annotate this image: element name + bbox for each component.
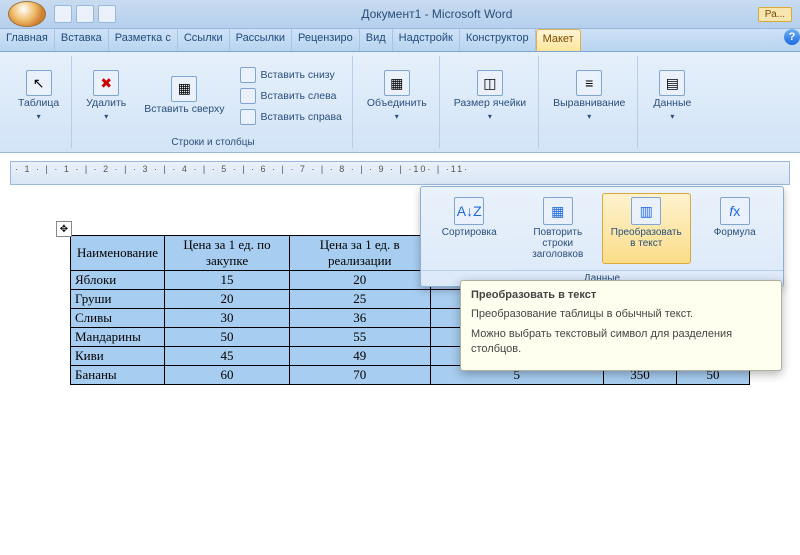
repeat-headers-icon: ▦: [543, 197, 573, 225]
table-cell[interactable]: Бананы: [71, 366, 165, 385]
cursor-icon: ↖: [26, 70, 52, 96]
chevron-down-icon: ▾: [488, 112, 492, 121]
delete-button[interactable]: ✖ Удалить ▾: [80, 66, 132, 125]
table-header-cell[interactable]: Цена за 1 ед. по закупке: [165, 236, 290, 271]
group-alignment: ≡ Выравнивание ▾: [541, 56, 638, 148]
tab-mailings[interactable]: Рассылки: [230, 29, 292, 51]
group-data: ▤ Данные ▾: [640, 56, 704, 148]
table-move-handle-icon[interactable]: ✥: [56, 221, 72, 237]
insert-below-icon: [240, 67, 256, 83]
ribbon-tabs: Главная Вставка Разметка с Ссылки Рассыл…: [0, 29, 800, 52]
data-icon: ▤: [659, 70, 685, 96]
tooltip-line: Преобразование таблицы в обычный текст.: [471, 307, 771, 321]
quick-access-toolbar: [54, 5, 116, 23]
table-cell[interactable]: 15: [165, 271, 290, 290]
table-cell[interactable]: Киви: [71, 347, 165, 366]
table-cell[interactable]: 20: [165, 290, 290, 309]
qat-undo-icon[interactable]: [76, 5, 94, 23]
insert-left-icon: [240, 88, 256, 104]
repeat-header-rows-button[interactable]: ▦ Повторить строки заголовков: [514, 193, 603, 264]
tab-view[interactable]: Вид: [360, 29, 393, 51]
table-cell[interactable]: 50: [165, 328, 290, 347]
tooltip-line: Можно выбрать текстовый символ для разде…: [471, 327, 771, 356]
chevron-down-icon: ▾: [395, 112, 399, 121]
delete-icon: ✖: [93, 70, 119, 96]
convert-text-icon: ▥: [631, 197, 661, 225]
table-cell[interactable]: 60: [165, 366, 290, 385]
merge-button[interactable]: ▦ Объединить ▾: [361, 66, 433, 125]
group-merge: ▦ Объединить ▾: [355, 56, 440, 148]
insert-above-button[interactable]: ▦ Вставить сверху: [138, 72, 230, 120]
table-cell[interactable]: Мандарины: [71, 328, 165, 347]
table-cell[interactable]: Груши: [71, 290, 165, 309]
chevron-down-icon: ▾: [670, 112, 674, 121]
table-cell[interactable]: 25: [289, 290, 430, 309]
tab-addins[interactable]: Надстройк: [393, 29, 460, 51]
table-cell[interactable]: Яблоки: [71, 271, 165, 290]
qat-save-icon[interactable]: [54, 5, 72, 23]
group-cell-size: ◫ Размер ячейки ▾: [442, 56, 539, 148]
chevron-down-icon: ▾: [104, 112, 108, 121]
insert-left-button[interactable]: Вставить слева: [236, 86, 345, 106]
table-cell[interactable]: 36: [289, 309, 430, 328]
table-cell[interactable]: 49: [289, 347, 430, 366]
chevron-down-icon: ▾: [37, 112, 41, 121]
titlebar: Документ1 - Microsoft Word Ра...: [0, 0, 800, 29]
data-dropdown-panel: A↓Z Сортировка ▦ Повторить строки заголо…: [420, 186, 784, 287]
data-button[interactable]: ▤ Данные ▾: [646, 66, 698, 125]
group-table: ↖ Таблица ▾: [6, 56, 72, 148]
tab-review[interactable]: Рецензиро: [292, 29, 360, 51]
sort-icon: A↓Z: [454, 197, 484, 225]
tooltip: Преобразовать в текст Преобразование таб…: [460, 280, 782, 371]
select-table-button[interactable]: ↖ Таблица ▾: [12, 66, 65, 125]
tab-insert[interactable]: Вставка: [55, 29, 109, 51]
merge-icon: ▦: [384, 70, 410, 96]
table-cell[interactable]: 45: [165, 347, 290, 366]
insert-right-button[interactable]: Вставить справа: [236, 107, 345, 127]
group-rows-cols: ✖ Удалить ▾ ▦ Вставить сверху Вставить с…: [74, 56, 353, 148]
chevron-down-icon: ▾: [587, 112, 591, 121]
cell-size-icon: ◫: [477, 70, 503, 96]
table-cell[interactable]: 20: [289, 271, 430, 290]
tab-design[interactable]: Конструктор: [460, 29, 536, 51]
ribbon: ↖ Таблица ▾ ✖ Удалить ▾ ▦ Вставить сверх…: [0, 52, 800, 153]
table-cell[interactable]: 55: [289, 328, 430, 347]
formula-button[interactable]: fx Формула: [691, 193, 780, 264]
cell-size-button[interactable]: ◫ Размер ячейки ▾: [448, 66, 532, 125]
table-cell[interactable]: 70: [289, 366, 430, 385]
insert-right-icon: [240, 109, 256, 125]
office-button[interactable]: [8, 1, 46, 27]
tab-home[interactable]: Главная: [0, 29, 55, 51]
tab-layout[interactable]: Разметка с: [109, 29, 178, 51]
insert-below-button[interactable]: Вставить снизу: [236, 65, 345, 85]
formula-icon: fx: [720, 197, 750, 225]
convert-to-text-button[interactable]: ▥ Преобразовать в текст: [602, 193, 691, 264]
table-header-cell[interactable]: Цена за 1 ед. в реализации: [289, 236, 430, 271]
table-cell[interactable]: 30: [165, 309, 290, 328]
group-label-rows-cols: Строки и столбцы: [171, 137, 254, 148]
contextual-tab-label: Ра...: [758, 7, 792, 22]
horizontal-ruler[interactable]: · 1 · | · 1 · | · 2 · | · 3 · | · 4 · | …: [10, 161, 790, 185]
alignment-icon: ≡: [576, 70, 602, 96]
table-cell[interactable]: Сливы: [71, 309, 165, 328]
qat-redo-icon[interactable]: [98, 5, 116, 23]
sort-button[interactable]: A↓Z Сортировка: [425, 193, 514, 264]
insert-above-icon: ▦: [171, 76, 197, 102]
table-header-cell[interactable]: Наименование: [71, 236, 165, 271]
window-title: Документ1 - Microsoft Word: [116, 7, 758, 21]
alignment-button[interactable]: ≡ Выравнивание ▾: [547, 66, 631, 125]
tab-table-layout[interactable]: Макет: [536, 29, 581, 51]
tab-references[interactable]: Ссылки: [178, 29, 230, 51]
help-icon[interactable]: ?: [784, 29, 800, 45]
tooltip-title: Преобразовать в текст: [471, 289, 771, 301]
